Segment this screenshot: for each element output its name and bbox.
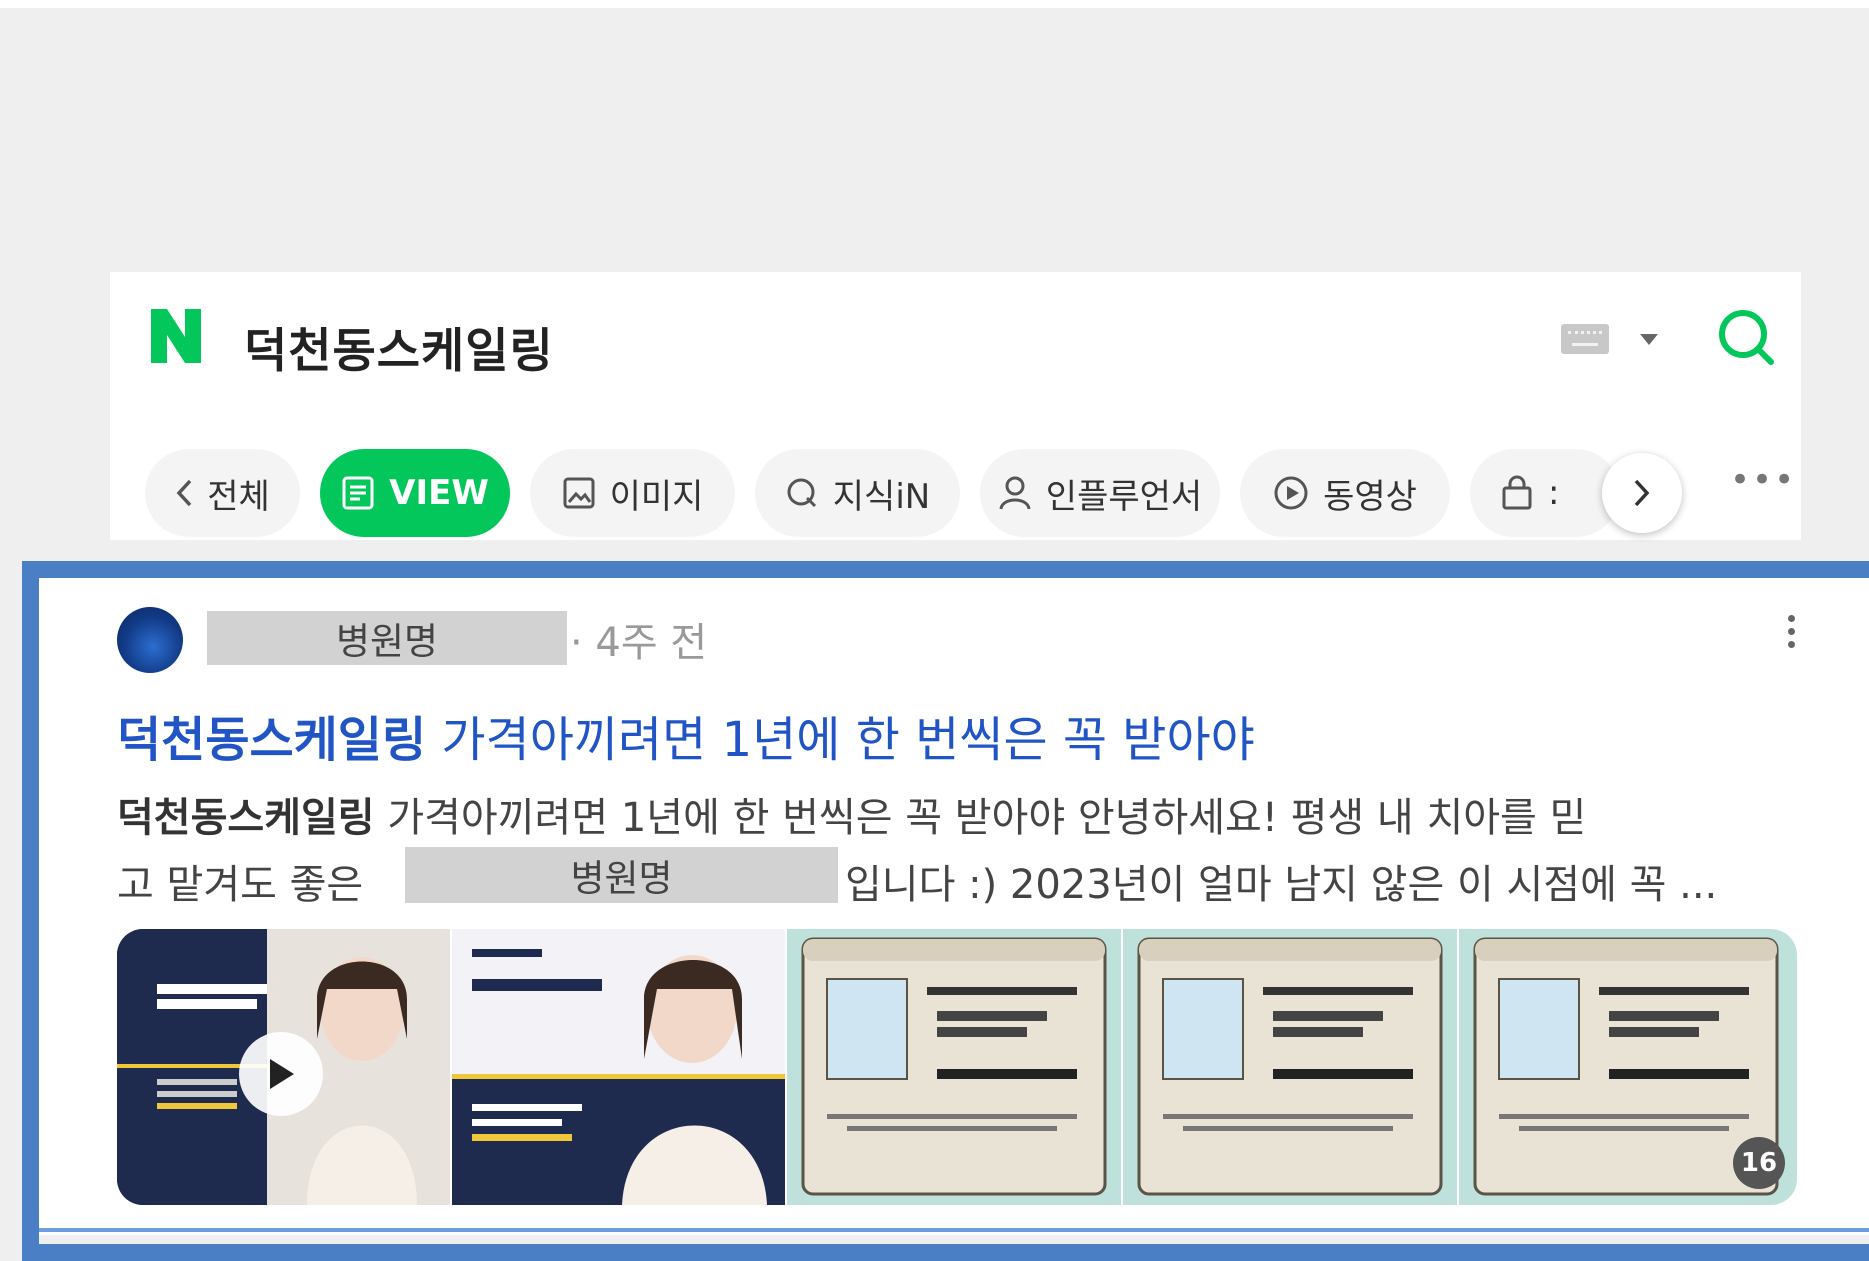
play-button-icon[interactable] (239, 1032, 323, 1116)
thumbnail-image[interactable] (452, 929, 785, 1205)
more-icon[interactable]: ••• (1730, 460, 1796, 500)
person-icon (999, 476, 1031, 510)
question-icon (787, 478, 816, 508)
desc-text: 가격아끼려면 1년에 한 번씩은 꼭 받아야 안녕하세요! 평생 내 치아를 믿 (374, 795, 1587, 841)
thumbnail-illustration (452, 929, 785, 1205)
thumbnail-image[interactable] (787, 929, 1121, 1205)
search-icon[interactable] (1715, 306, 1777, 368)
naver-logo-icon[interactable] (145, 305, 207, 367)
desc-keyword: 덕천동스케일링 (117, 795, 375, 841)
tab-kin[interactable]: 지식iN (755, 449, 960, 537)
hospital-name-redacted: 병원명 (405, 847, 838, 903)
tab-bar: 전체 VIEW 이미지 지식iN 인플루언서 동영상 : ••• (110, 420, 1801, 540)
search-bar: 덕천동스케일링 (110, 272, 1801, 423)
post-description-line2-end: 입니다 :) 2023년이 얼마 남지 않은 이 시점에 꼭 ... (845, 862, 1718, 908)
tab-label: VIEW (389, 473, 489, 513)
tab-images[interactable]: 이미지 (530, 449, 735, 537)
tab-label: 전체 (207, 476, 270, 517)
play-circle-icon (1274, 476, 1308, 510)
kebab-menu-icon[interactable] (1785, 615, 1797, 659)
image-count-badge: 16 (1733, 1137, 1785, 1189)
shopping-bag-icon (1502, 475, 1532, 510)
chevron-down-icon[interactable] (1640, 334, 1658, 345)
search-input[interactable]: 덕천동스케일링 (244, 312, 554, 381)
tab-all[interactable]: 전체 (145, 449, 300, 537)
chevron-right-icon (1634, 479, 1650, 507)
keyboard-icon[interactable] (1561, 324, 1609, 354)
title-text: 가격아끼려면 1년에 한 번씩은 꼭 받아야 (426, 712, 1255, 768)
post-title-link[interactable]: 덕천동스케일링 가격아끼려면 1년에 한 번씩은 꼭 받아야 (117, 700, 1255, 770)
post-description-line1: 덕천동스케일링 가격아끼려면 1년에 한 번씩은 꼭 받아야 안녕하세요! 평생… (117, 785, 1586, 843)
image-icon (563, 477, 595, 509)
top-band (0, 0, 1869, 8)
thumbnail-video[interactable] (117, 929, 450, 1205)
post-description-line2: 고 맡겨도 좋은 (117, 852, 363, 910)
title-keyword: 덕천동스케일링 (117, 712, 427, 768)
tab-shopping[interactable]: : (1470, 449, 1620, 537)
author-name[interactable]: 병원명 (207, 611, 567, 665)
document-icon (342, 476, 374, 510)
thumbnail-image[interactable] (1123, 929, 1457, 1205)
tab-label: 이미지 (609, 476, 704, 517)
thumbnail-strip (117, 929, 1797, 1205)
thumbnail-illustration (787, 929, 1121, 1205)
tab-label: 지식iN (832, 476, 931, 517)
tab-label: : (1548, 473, 1560, 513)
tab-video[interactable]: 동영상 (1240, 449, 1450, 537)
desc-text-pre: 고 맡겨도 좋은 (117, 862, 364, 908)
tab-label: 동영상 (1323, 476, 1417, 517)
tab-view[interactable]: VIEW (320, 449, 510, 537)
chevron-left-icon (176, 479, 192, 507)
tab-influencer[interactable]: 인플루언서 (980, 449, 1220, 537)
card-divider (39, 1228, 1869, 1232)
thumbnail-illustration (1123, 929, 1457, 1205)
avatar[interactable] (117, 607, 183, 673)
post-time: · 4주 전 (570, 620, 708, 666)
tab-label: 인플루언서 (1045, 476, 1203, 517)
tab-next-button[interactable] (1602, 453, 1682, 533)
